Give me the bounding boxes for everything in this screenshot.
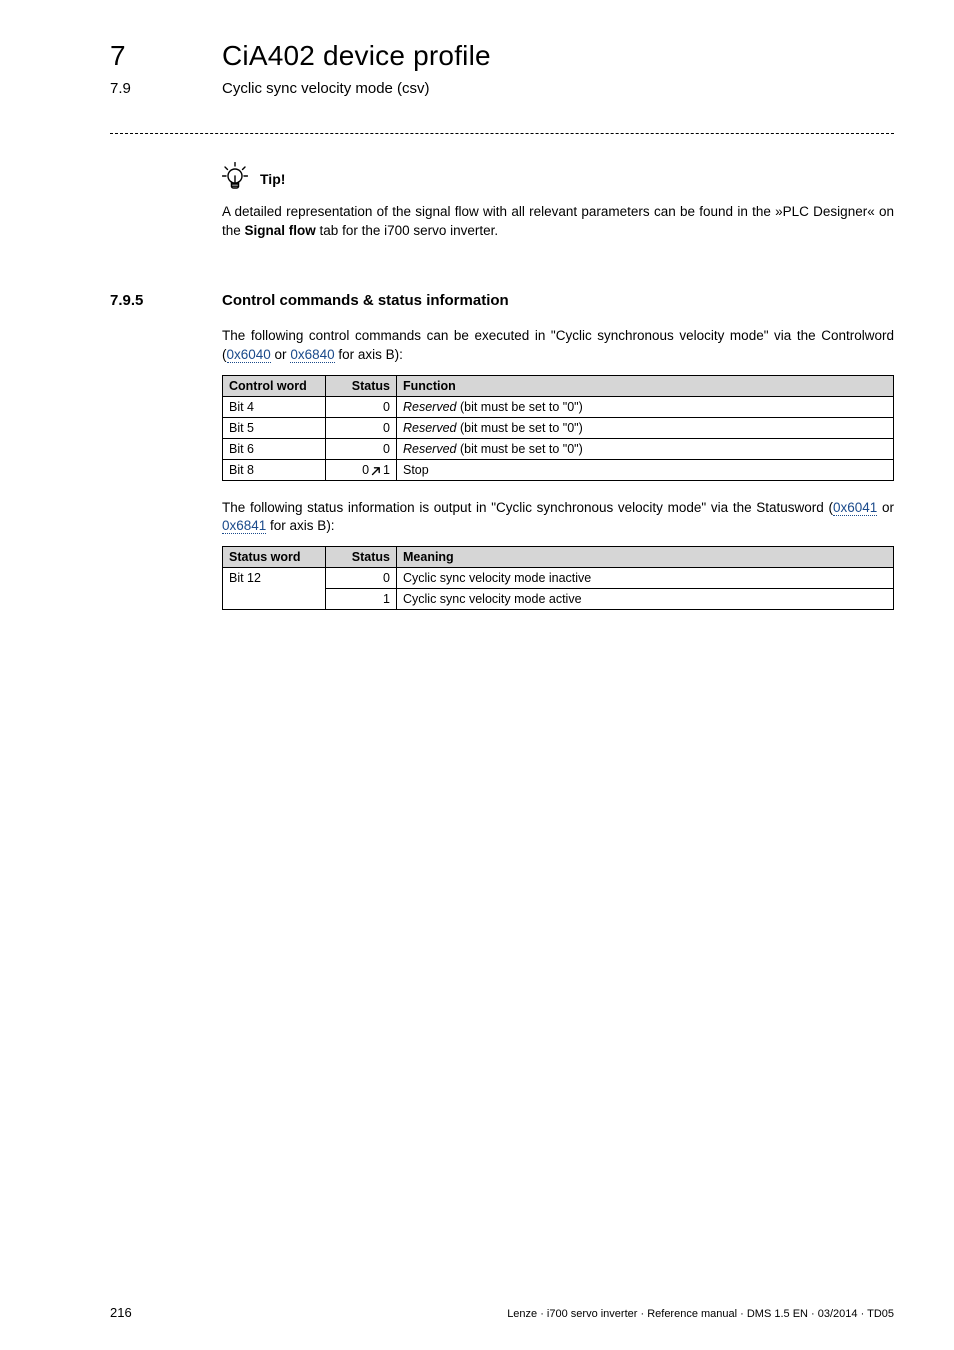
th-control-word: Control word <box>223 375 326 396</box>
table-row: Bit 8 0 1 Stop <box>223 459 894 480</box>
tip-text: A detailed representation of the signal … <box>222 203 894 240</box>
cell-meaning: Cyclic sync velocity mode inactive <box>397 567 894 588</box>
cell-word: Bit 12 <box>223 567 326 609</box>
chapter-header: 7 CiA402 device profile <box>110 40 894 72</box>
section-number: 7.9.5 <box>110 292 222 309</box>
th-status: Status <box>326 546 397 567</box>
link-0x6841[interactable]: 0x6841 <box>222 518 266 534</box>
divider-dashed <box>110 133 894 134</box>
tip-text-b: tab for the i700 servo inverter. <box>316 223 498 238</box>
page-footer: 216 Lenze · i700 servo inverter · Refere… <box>110 1305 894 1320</box>
table-row: Bit 5 0 Reserved (bit must be set to "0"… <box>223 417 894 438</box>
subsection-title: Cyclic sync velocity mode (csv) <box>222 80 430 97</box>
table-row: Bit 4 0 Reserved (bit must be set to "0"… <box>223 396 894 417</box>
cell-func-rest: Stop <box>403 463 429 477</box>
th-status: Status <box>326 375 397 396</box>
arrow-up-right-icon <box>371 465 381 475</box>
th-function: Function <box>397 375 894 396</box>
cell-status-b: 1 <box>383 463 390 477</box>
table-row: Bit 12 0 Cyclic sync velocity mode inact… <box>223 567 894 588</box>
page-number: 216 <box>110 1305 132 1320</box>
link-0x6040[interactable]: 0x6040 <box>227 347 271 363</box>
cell-status: 0 <box>326 567 397 588</box>
status-word-table: Status word Status Meaning Bit 12 0 Cycl… <box>222 546 894 610</box>
cell-function: Reserved (bit must be set to "0") <box>397 417 894 438</box>
chapter-number: 7 <box>110 40 222 72</box>
paragraph-statusword: The following status information is outp… <box>222 499 894 536</box>
subsection-number: 7.9 <box>110 80 222 97</box>
link-0x6041[interactable]: 0x6041 <box>833 500 877 516</box>
table-row: Bit 6 0 Reserved (bit must be set to "0"… <box>223 438 894 459</box>
cell-func-rest: (bit must be set to "0") <box>457 421 583 435</box>
cell-meaning: Cyclic sync velocity mode active <box>397 588 894 609</box>
p1-text-mid: or <box>271 347 291 362</box>
cell-status: 0 1 <box>326 459 397 480</box>
cell-status: 0 <box>326 417 397 438</box>
section-title: Control commands & status information <box>222 292 509 309</box>
subsection-header: 7.9 Cyclic sync velocity mode (csv) <box>110 80 894 97</box>
tip-label: Tip! <box>260 171 285 187</box>
cell-func-italic: Reserved <box>403 442 457 456</box>
cell-func-rest: (bit must be set to "0") <box>457 442 583 456</box>
tip-text-bold: Signal flow <box>245 223 316 238</box>
cell-word: Bit 4 <box>223 396 326 417</box>
tip-header: Tip! <box>222 162 894 195</box>
cell-word: Bit 6 <box>223 438 326 459</box>
cell-function: Reserved (bit must be set to "0") <box>397 438 894 459</box>
p2-text-a: The following status information is outp… <box>222 500 833 515</box>
paragraph-controlword: The following control commands can be ex… <box>222 327 894 364</box>
cell-status: 0 <box>326 438 397 459</box>
cell-word: Bit 5 <box>223 417 326 438</box>
cell-func-italic: Reserved <box>403 400 457 414</box>
tip-block: Tip! A detailed representation of the si… <box>222 162 894 240</box>
cell-status: 1 <box>326 588 397 609</box>
control-word-table: Control word Status Function Bit 4 0 Res… <box>222 375 894 481</box>
p2-text-b: for axis B): <box>266 518 334 533</box>
cell-func-italic: Reserved <box>403 421 457 435</box>
p2-text-mid: or <box>877 500 894 515</box>
p1-text-b: for axis B): <box>335 347 403 362</box>
th-status-word: Status word <box>223 546 326 567</box>
cell-word: Bit 8 <box>223 459 326 480</box>
table-header-row: Status word Status Meaning <box>223 546 894 567</box>
lightbulb-icon <box>222 162 248 195</box>
cell-function: Reserved (bit must be set to "0") <box>397 396 894 417</box>
cell-status: 0 <box>326 396 397 417</box>
cell-func-rest: (bit must be set to "0") <box>457 400 583 414</box>
cell-status-a: 0 <box>362 463 369 477</box>
link-0x6840[interactable]: 0x6840 <box>290 347 334 363</box>
cell-function: Stop <box>397 459 894 480</box>
section-heading: 7.9.5 Control commands & status informat… <box>110 292 894 309</box>
chapter-title: CiA402 device profile <box>222 40 491 72</box>
table-header-row: Control word Status Function <box>223 375 894 396</box>
th-meaning: Meaning <box>397 546 894 567</box>
footer-info: Lenze · i700 servo inverter · Reference … <box>507 1308 894 1320</box>
